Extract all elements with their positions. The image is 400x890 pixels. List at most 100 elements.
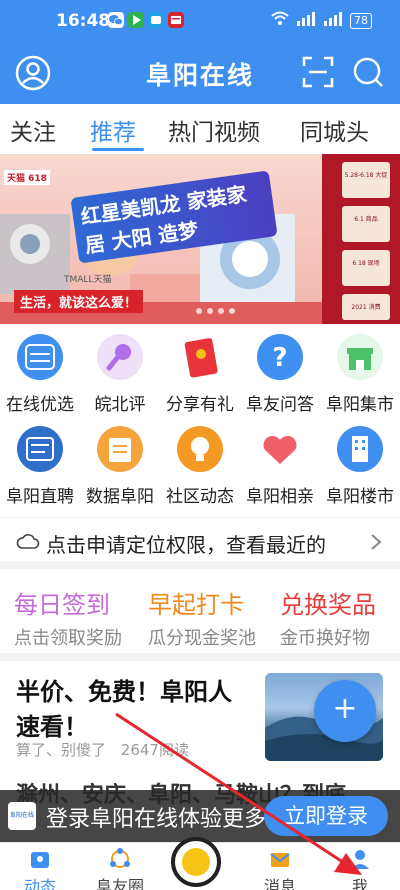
banner-dot — [207, 308, 213, 314]
nav-item-friends[interactable]: 阜友圈 — [80, 843, 160, 890]
activity-daily-checkin[interactable]: 每日签到 点击领取奖励 — [14, 585, 144, 650]
nav-label: 我 — [351, 877, 368, 890]
activity-row: 每日签到 点击领取奖励 早起打卡 瓜分现金奖池 兑换奖品 金币换好物 — [0, 577, 400, 661]
zaixian-youxuan-icon — [17, 334, 63, 380]
publish-center-inner — [182, 848, 210, 876]
friends-circle-icon — [108, 847, 132, 871]
hearts-icon — [257, 426, 303, 472]
grid-item-wanbei-ping[interactable]: 皖北评 — [80, 330, 160, 418]
banner-side-card: 6.1 商品 — [342, 206, 390, 242]
news-source: 算了、别傻了 — [16, 741, 107, 759]
location-permission-bar[interactable]: 点击申请定位权限，查看最近的 — [0, 517, 400, 569]
video-icon — [148, 12, 164, 28]
status-app-icons — [108, 12, 184, 28]
home-feed-icon — [28, 847, 52, 871]
grid-item-label: 阜友问答 — [246, 395, 314, 415]
grid-item-label: 阜阳相亲 — [246, 487, 314, 507]
chevron-right-icon — [370, 532, 382, 557]
grid-item-fuyang-jishi[interactable]: 阜阳集市 — [320, 330, 400, 418]
building-icon — [337, 426, 383, 472]
news-reads: 2647阅读 — [120, 741, 189, 759]
banner-side-card: 5.28-6.18 大促 — [342, 162, 390, 198]
bottom-nav: 动态 阜友圈 消息 我 — [0, 837, 400, 890]
grid-item-fenxiang[interactable]: 分享有礼 — [160, 330, 240, 418]
status-bar: 16:48 78 — [0, 0, 400, 40]
red-envelope-icon — [177, 334, 223, 380]
signal-icon — [296, 11, 316, 31]
nav-label: 阜友圈 — [95, 877, 144, 890]
activity-title: 兑换奖品 — [280, 591, 376, 619]
tab-recommend[interactable]: 推荐 — [90, 113, 136, 147]
nav-item-me[interactable]: 我 — [320, 843, 400, 890]
svg-text:?: ? — [272, 343, 287, 373]
grid-item-shequ-dongtai[interactable]: 社区动态 — [160, 422, 240, 510]
grid-item-fuyou-wenda[interactable]: ? 阜友问答 — [240, 330, 320, 418]
status-time: 16:48 — [56, 11, 111, 31]
banner-tmall: TMALL天猫 — [64, 275, 112, 285]
add-post-fab[interactable]: + — [314, 680, 376, 742]
banner-main-image: 天猫 618 红星美凯龙 家装家居 大阳 造梦 TMALL天猫 生活，就该这么爱… — [0, 154, 322, 324]
wechat-icon — [108, 12, 124, 28]
activity-title: 每日签到 — [14, 591, 110, 619]
grid-item-label: 分享有礼 — [166, 395, 234, 415]
news-title: 半价、免费！阜阳人速看！ — [16, 678, 232, 741]
question-icon: ? — [257, 334, 303, 380]
login-now-button[interactable]: 立即登录 — [264, 796, 388, 836]
grid-item-shuju-fuyang[interactable]: 数据阜阳 — [80, 422, 160, 510]
login-prompt-text: 登录阜阳在线体验更多 — [46, 807, 267, 832]
tab-follow[interactable]: 关注 — [10, 113, 56, 147]
activity-subtitle: 点击领取奖励 — [14, 628, 122, 649]
banner-slogan: 生活，就该这么爱！ — [14, 290, 144, 313]
app-logo: 阜阳在线 — [8, 802, 36, 830]
grid-item-label: 社区动态 — [166, 487, 234, 507]
activity-title: 早起打卡 — [148, 591, 244, 619]
news-app-icon — [168, 12, 184, 28]
message-icon — [268, 847, 292, 871]
activity-subtitle: 金币换好物 — [280, 628, 370, 649]
login-prompt-banner: 阜阳在线 登录阜阳在线体验更多 立即登录 — [0, 790, 400, 842]
play-icon — [128, 12, 144, 28]
banner-side-card: 6.18 现场 — [342, 250, 390, 286]
grid-row: 在线优选 皖北评 分享有礼 ? 阜友问答 阜阳集市 — [0, 330, 400, 418]
grid-row: 阜阳直聘 数据阜阳 社区动态 阜阳相亲 阜阳楼市 — [0, 422, 400, 510]
grid-item-fuyang-zhipin[interactable]: 阜阳直聘 — [0, 422, 80, 510]
battery-indicator: 78 — [350, 13, 372, 29]
tab-hot-video[interactable]: 热门视频 — [168, 113, 260, 147]
search-icon[interactable] — [350, 54, 386, 94]
banner-dot — [196, 308, 202, 314]
profile-icon — [348, 847, 372, 871]
publish-center-icon[interactable] — [171, 837, 221, 887]
news-meta: 算了、别傻了 2647阅读 — [16, 739, 199, 760]
scan-icon[interactable] — [300, 54, 336, 94]
market-icon — [337, 334, 383, 380]
pin-icon — [17, 426, 63, 472]
banner-side-card: 2021 消费 — [342, 294, 390, 320]
status-right: 78 — [271, 11, 372, 31]
banner-dot — [218, 308, 224, 314]
grid-item-fuyang-xiangqin[interactable]: 阜阳相亲 — [240, 422, 320, 510]
signal-icon-2 — [323, 11, 343, 31]
nav-item-feed[interactable]: 动态 — [0, 843, 80, 890]
tab-indicator — [92, 148, 144, 151]
grid-item-fuyang-loushi[interactable]: 阜阳楼市 — [320, 422, 400, 510]
grid-item-label: 阜阳直聘 — [6, 487, 74, 507]
banner-side-panel: 5.28-6.18 大促 6.1 商品 6.18 现场 2021 消费 — [322, 154, 400, 324]
microphone-icon — [97, 334, 143, 380]
banner-dot — [229, 308, 235, 314]
grid-item-label: 在线优选 — [6, 395, 74, 415]
lightbulb-icon — [177, 426, 223, 472]
location-prompt-text: 点击申请定位权限，查看最近的 — [46, 533, 326, 557]
activity-redeem-prizes[interactable]: 兑换奖品 金币换好物 — [280, 585, 400, 650]
app-title: 阜阳在线 — [145, 61, 254, 90]
grid-item-zaixian-youxuan[interactable]: 在线优选 — [0, 330, 80, 418]
tab-local[interactable]: 同城头 — [300, 113, 369, 147]
grid-item-label: 阜阳楼市 — [326, 487, 394, 507]
nav-label: 消息 — [263, 877, 296, 890]
folder-icon — [97, 426, 143, 472]
wifi-icon — [271, 11, 289, 31]
grid-item-label: 皖北评 — [94, 395, 146, 415]
activity-early-checkin[interactable]: 早起打卡 瓜分现金奖池 — [148, 585, 278, 650]
nav-label: 动态 — [23, 877, 56, 890]
nav-item-messages[interactable]: 消息 — [240, 843, 320, 890]
promo-banner[interactable]: 天猫 618 红星美凯龙 家装家居 大阳 造梦 TMALL天猫 生活，就该这么爱… — [0, 154, 400, 324]
